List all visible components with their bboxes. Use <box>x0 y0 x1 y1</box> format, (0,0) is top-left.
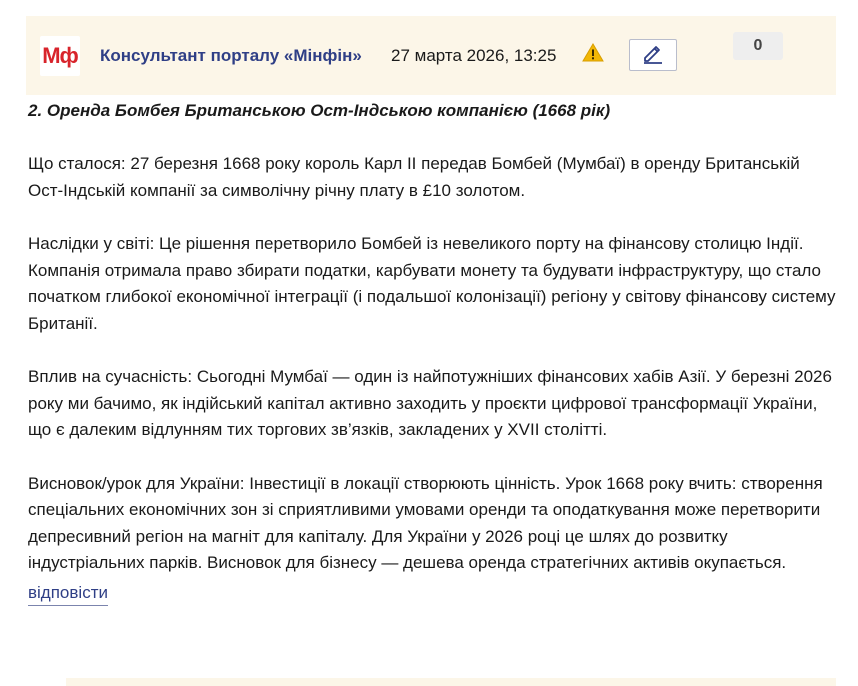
comment-subtitle: 2. Оренда Бомбея Британською Ост-Індсько… <box>28 101 611 120</box>
author-name-link[interactable]: Консультант порталу «Мінфін» <box>100 46 362 66</box>
pencil-icon <box>641 41 665 70</box>
warning-triangle-icon[interactable] <box>582 42 604 64</box>
next-comment-header-edge <box>66 678 836 686</box>
vote-count-badge[interactable]: 0 <box>733 32 783 60</box>
reply-link[interactable]: відповісти <box>28 583 108 606</box>
comment-paragraph: Що сталося: 27 березня 1668 року король … <box>28 154 800 200</box>
comment-card: Мф Консультант порталу «Мінфін» 27 марта… <box>26 16 836 606</box>
comment-body: 2. Оренда Бомбея Британською Ост-Індсько… <box>26 95 836 606</box>
comment-date: 27 марта 2026, 13:25 <box>391 46 557 65</box>
comment-paragraph: Висновок/урок для України: Інвестиції в … <box>28 473 823 573</box>
comment-header: Мф Консультант порталу «Мінфін» 27 марта… <box>26 16 836 95</box>
author-avatar-logo: Мф <box>40 36 80 76</box>
comment-paragraph: Вплив на сучасність: Сьогодні Мумбаї — о… <box>28 367 832 439</box>
comment-paragraph: Наслідки у світі: Це рішення перетворило… <box>28 234 836 333</box>
edit-button[interactable] <box>629 39 677 71</box>
